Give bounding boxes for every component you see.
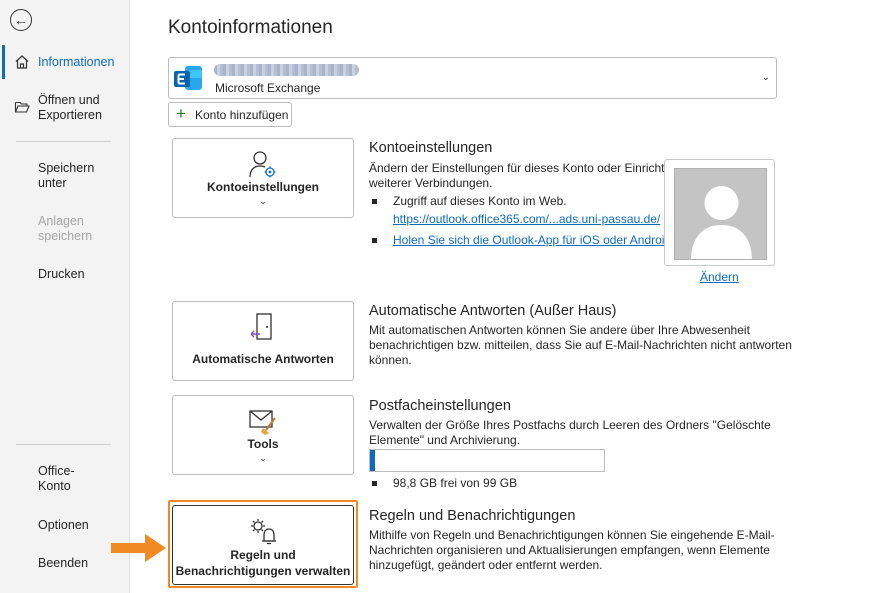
gear-bell-icon [251,519,276,545]
backstage-sidebar: ← Informationen Öffnen und Exportieren S… [0,0,130,593]
change-photo-link[interactable]: Ändern [700,270,739,284]
section-title-auto-replies: Automatische Antworten (Außer Haus) [369,303,617,319]
section-text: Mit automatischen Antworten können Sie a… [369,323,750,337]
section-title-mailbox: Postfacheinstellungen [369,398,511,414]
chevron-down-icon: ⌄ [259,453,267,463]
mobile-app-link[interactable]: Holen Sie sich die Outlook-App für iOS o… [393,233,674,248]
sidebar-divider [16,141,111,142]
user-settings-icon [249,151,276,178]
default-person-icon [691,186,752,259]
section-text: hinzugefügt, geändert oder entfernt werd… [369,558,603,572]
sidebar-divider [16,444,111,445]
chevron-down-icon: ⌄ [259,196,267,206]
account-dropdown[interactable]: Microsoft Exchange ⌄ [168,57,777,99]
pointer-arrow-icon [111,534,166,562]
mail-broom-icon [249,410,276,435]
mailbox-storage-bar [369,449,605,472]
mailbox-storage-fill [370,450,375,471]
section-text: Nachrichten organisieren und Aktualisier… [369,543,770,557]
bullet-dot [372,238,377,243]
door-arrow-icon [250,313,272,340]
page-title: Kontoinformationen [168,17,333,38]
manage-rules-alerts-tile[interactable]: Regeln und Benachrichtigungen verwalten [172,505,354,585]
section-text: weiterer Verbindungen. [369,176,493,190]
exchange-logo-icon [174,66,202,90]
section-text: Mithilfe von Regeln und Benachrichtigung… [369,528,775,542]
owa-link[interactable]: https://outlook.office365.com/...ads.uni… [393,212,660,227]
home-icon [15,55,29,69]
back-arrow-icon[interactable]: ← [10,9,32,31]
bullet-dot [372,199,377,204]
avatar [674,168,767,260]
account-settings-tile[interactable]: Kontoeinstellungen ⌄ [172,138,354,218]
bullet-dot [372,481,377,486]
section-text: Verwalten der Größe Ihres Postfachs durc… [369,418,771,432]
auto-replies-tile[interactable]: Automatische Antworten [172,301,354,381]
tools-tile[interactable]: Tools ⌄ [172,395,354,475]
add-account-button[interactable]: + Konto hinzufügen [168,102,292,127]
redacted-account-email [214,64,359,76]
folder-open-icon [14,101,30,113]
section-text: Ändern der Einstellungen für dieses Kont… [369,161,678,175]
section-title-account-settings: Kontoeinstellungen [369,140,493,156]
section-text: können. [369,353,412,367]
account-type: Microsoft Exchange [215,81,321,95]
profile-picture-frame [664,159,775,266]
chevron-down-icon: ⌄ [761,72,770,83]
plus-icon: + [176,104,186,123]
section-title-rules: Regeln und Benachrichtigungen [369,508,576,524]
active-indicator [2,45,5,79]
section-text: Elemente" und Archivierung. [369,433,521,447]
section-text: benachrichtigen bzw. mitteilen, dass Sie… [369,338,792,352]
